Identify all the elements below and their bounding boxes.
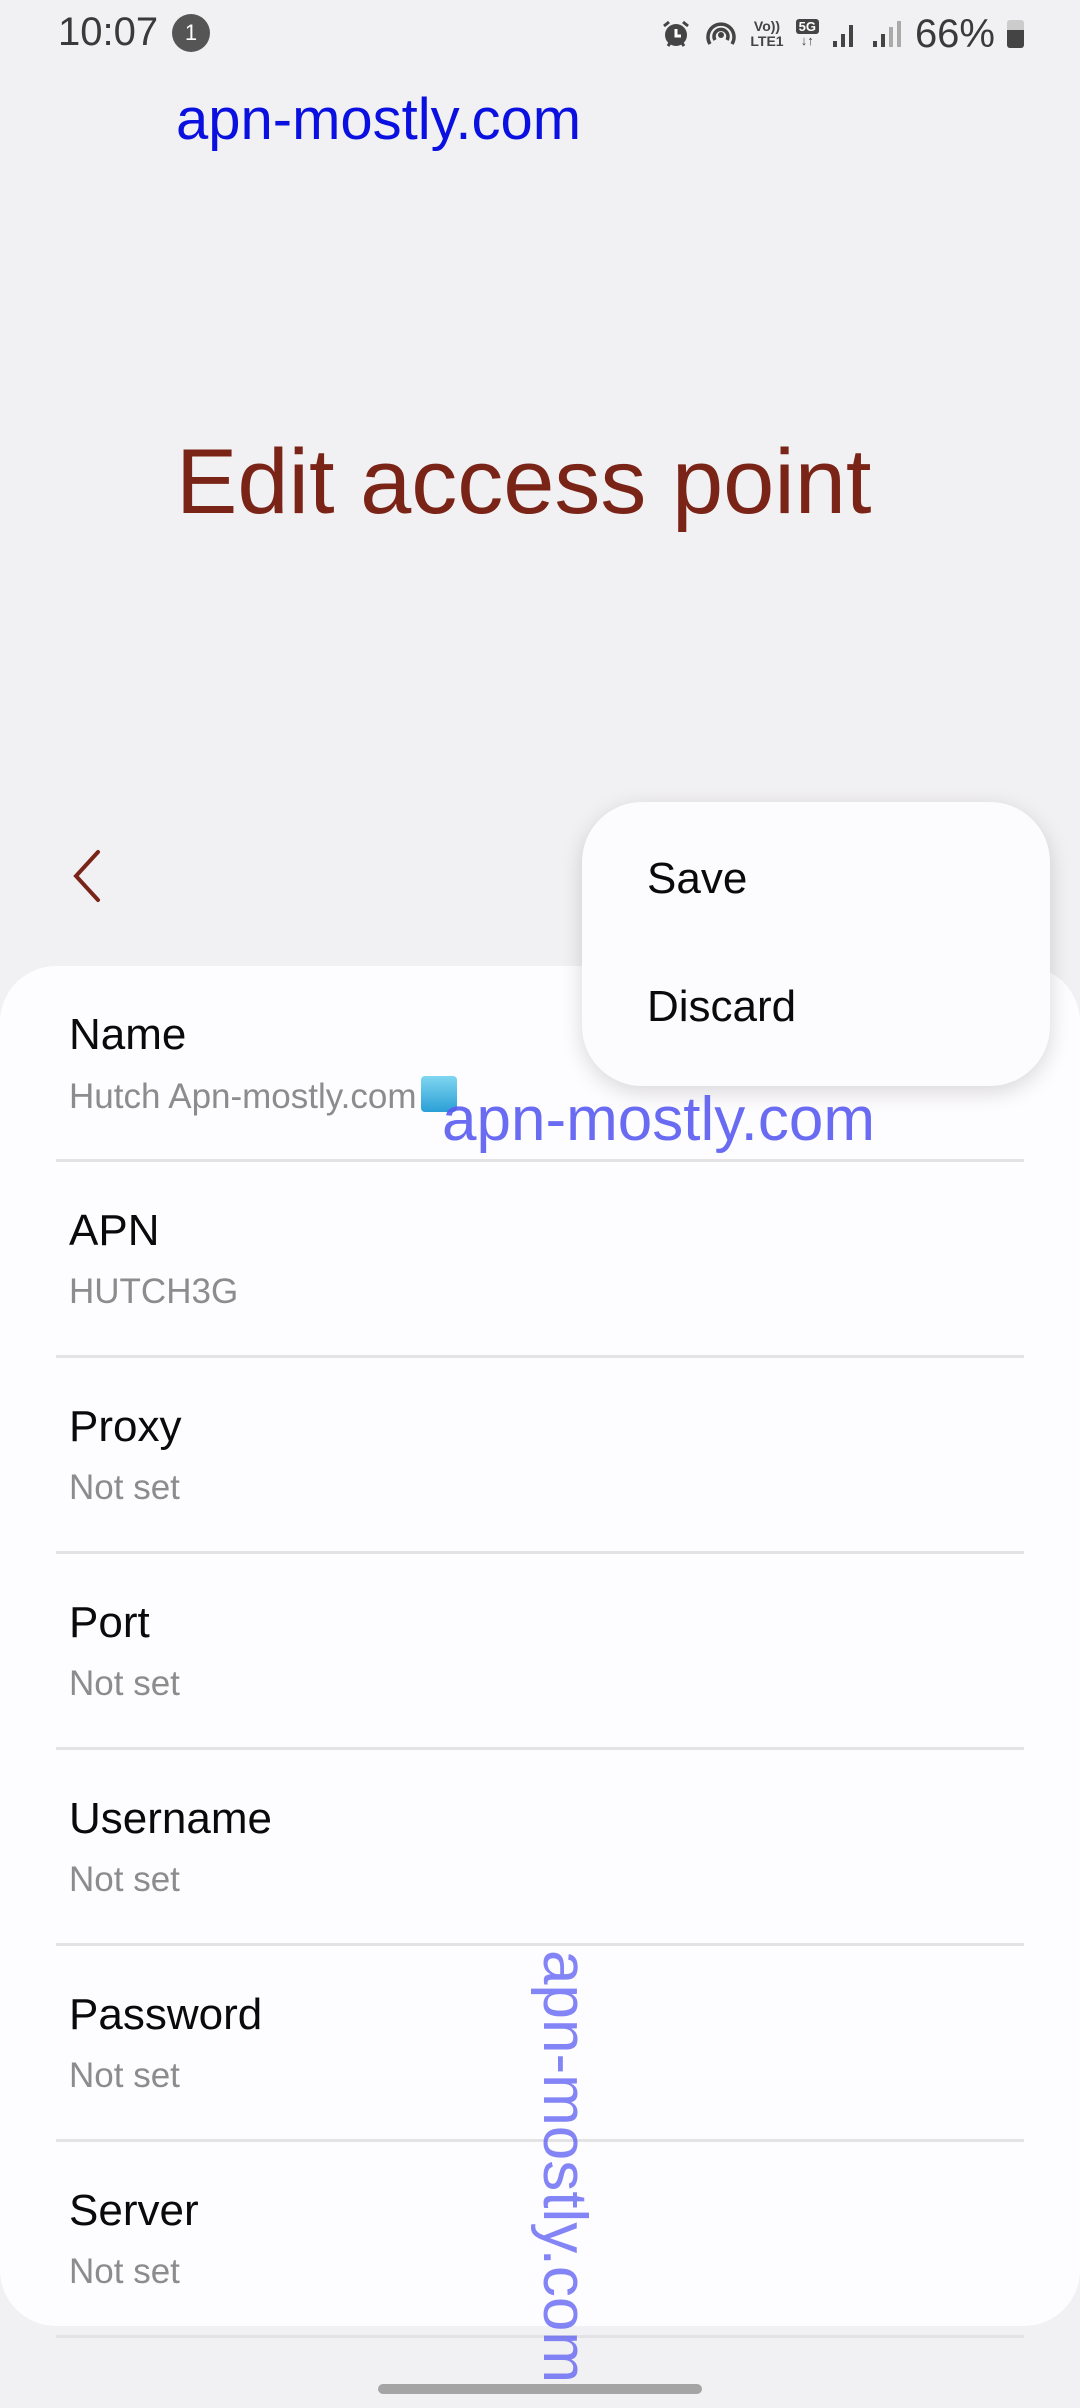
field-apn[interactable]: APN HUTCH3G xyxy=(56,1162,1024,1358)
field-value: Not set xyxy=(69,2252,180,2291)
page-title: Edit access point xyxy=(176,431,872,533)
volte-bottom-text: LTE1 xyxy=(750,33,784,49)
5g-data-icon: 5G ↓↑ xyxy=(795,19,819,48)
overflow-menu: Save Discard xyxy=(582,802,1050,1086)
field-port[interactable]: Port Not set xyxy=(56,1554,1024,1750)
field-label: Name xyxy=(69,1010,187,1059)
watermark-top: apn-mostly.com xyxy=(176,87,582,152)
field-value: Not set xyxy=(69,2056,180,2095)
field-label: Port xyxy=(69,1598,150,1647)
field-value: Not set xyxy=(69,1860,180,1899)
network-type-label: 5G xyxy=(795,19,819,34)
watermark-middle: apn-mostly.com xyxy=(442,1085,875,1154)
battery-fill xyxy=(1007,29,1024,48)
menu-item-save[interactable]: Save xyxy=(647,854,747,904)
chevron-left-icon xyxy=(73,850,100,902)
field-value: Not set xyxy=(69,1468,180,1507)
field-label: Password xyxy=(69,1990,263,2039)
volte-top-text: Vo)) xyxy=(753,18,781,34)
signal-sim2-icon xyxy=(872,21,901,47)
volte-icon: Vo)) LTE1 xyxy=(750,19,783,49)
field-proxy[interactable]: Proxy Not set xyxy=(56,1358,1024,1554)
home-indicator[interactable] xyxy=(378,2384,702,2394)
menu-item-discard[interactable]: Discard xyxy=(647,982,796,1032)
field-label: APN xyxy=(69,1206,160,1255)
name-value-text: Hutch Apn-mostly.com xyxy=(69,1077,417,1116)
field-value: HUTCH3G xyxy=(69,1272,239,1311)
battery-icon xyxy=(1007,20,1024,48)
field-value: Hutch Apn-mostly.com xyxy=(69,1076,457,1117)
back-button[interactable] xyxy=(60,840,120,910)
field-label: Username xyxy=(69,1794,272,1843)
battery-percent: 66% xyxy=(914,11,995,56)
status-time: 10:07 xyxy=(58,10,159,54)
alarm-icon xyxy=(663,20,690,47)
signal-sim1-icon xyxy=(832,25,853,47)
watermark-vertical: apn-mostly.com xyxy=(530,1950,599,2383)
status-icons: Vo)) LTE1 5G ↓↑ 66% xyxy=(660,12,1024,56)
status-bar: 10:07 1 Vo)) LTE1 5G ↓↑ 66% xyxy=(0,0,1080,66)
field-value: Not set xyxy=(69,1664,180,1703)
field-label: Proxy xyxy=(69,1402,182,1451)
hotspot-icon xyxy=(706,22,737,45)
notification-count-badge: 1 xyxy=(172,14,210,52)
field-label: Server xyxy=(69,2186,199,2235)
data-arrows: ↓↑ xyxy=(800,33,814,48)
field-username[interactable]: Username Not set xyxy=(56,1750,1024,1946)
